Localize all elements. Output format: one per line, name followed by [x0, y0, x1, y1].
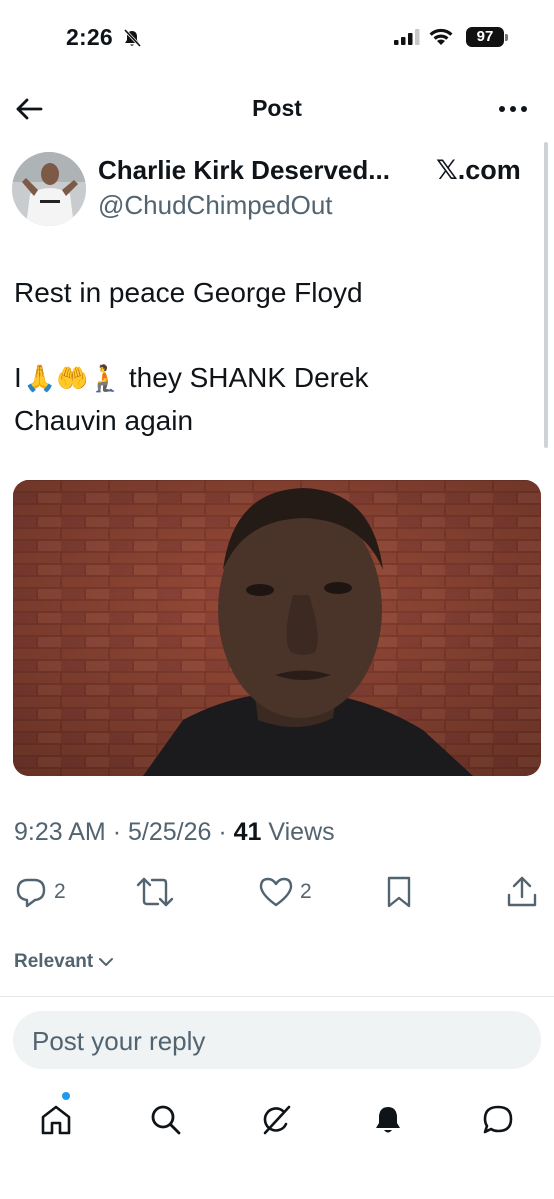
tab-search[interactable] [146, 1100, 186, 1140]
bookmark-button[interactable] [384, 874, 414, 910]
status-time: 2:26 [66, 24, 113, 50]
tab-grok[interactable] [256, 1100, 296, 1140]
bookmark-icon [387, 876, 411, 908]
home-badge-dot [62, 1092, 70, 1100]
tweet-media-image[interactable] [13, 480, 541, 776]
author-name[interactable]: Charlie Kirk Deserved... [98, 155, 390, 186]
tweet-text-line: I 🙏🤲🧎 they SHANK Derek [14, 362, 369, 394]
emoji-sequence: 🙏🤲🧎 [23, 362, 121, 393]
action-bar: 2 2 [0, 870, 554, 914]
reply-input[interactable]: Post your reply [13, 1011, 541, 1069]
source-label: 𝕏.com [436, 155, 521, 185]
repost-button[interactable] [136, 874, 174, 910]
more-icon[interactable] [496, 96, 530, 122]
tweet-text-line: Rest in peace George Floyd [14, 277, 363, 308]
notifications-icon [376, 1107, 400, 1133]
reply-count: 2 [54, 880, 66, 903]
post-time: 9:23 AM [14, 818, 106, 846]
tweet-text-line: Chauvin again [14, 405, 194, 436]
search-icon [151, 1105, 181, 1135]
reply-button[interactable]: 2 [14, 874, 66, 910]
meta-separator: · [218, 818, 234, 846]
wifi-icon [429, 28, 453, 45]
like-count: 2 [300, 880, 312, 903]
like-icon [259, 877, 293, 907]
views-label: Views [268, 818, 335, 846]
tab-home[interactable] [36, 1100, 76, 1140]
reply-placeholder: Post your reply [32, 1026, 206, 1056]
tab-messages[interactable] [478, 1100, 518, 1140]
scrollbar[interactable] [544, 142, 548, 448]
divider [0, 996, 554, 997]
share-icon [507, 876, 537, 907]
post-header: Post [0, 84, 554, 134]
reply-icon [16, 878, 46, 908]
battery-nub [505, 34, 508, 41]
like-button[interactable]: 2 [258, 874, 312, 910]
battery-indicator: 97 [466, 27, 504, 47]
author-handle[interactable]: @ChudChimpedOut [98, 190, 333, 221]
repost-icon [136, 877, 174, 907]
bell-off-icon [123, 29, 142, 47]
bottom-tab-bar [0, 1090, 554, 1150]
chevron-down-icon [99, 958, 114, 966]
page-title: Post [252, 95, 302, 121]
post-meta: 9:23 AM · 5/25/26 · 41 Views [14, 818, 335, 847]
tab-notifications[interactable] [368, 1100, 408, 1140]
tweet-text-suffix: they SHANK Derek [128, 362, 369, 393]
home-icon [41, 1105, 71, 1135]
post-date: 5/25/26 [127, 818, 212, 846]
signal-icon [394, 29, 420, 45]
status-bar: 2:26 97 [0, 0, 554, 72]
avatar[interactable] [12, 152, 86, 226]
messages-icon [483, 1105, 513, 1134]
tweet-text-prefix: I [14, 362, 22, 393]
share-button[interactable] [506, 874, 538, 910]
reply-sort-dropdown[interactable]: Relevant [14, 951, 114, 973]
views-count: 41 [233, 818, 262, 846]
sort-label: Relevant [14, 951, 94, 972]
meta-separator: · [112, 818, 128, 846]
grok-icon [263, 1105, 291, 1135]
